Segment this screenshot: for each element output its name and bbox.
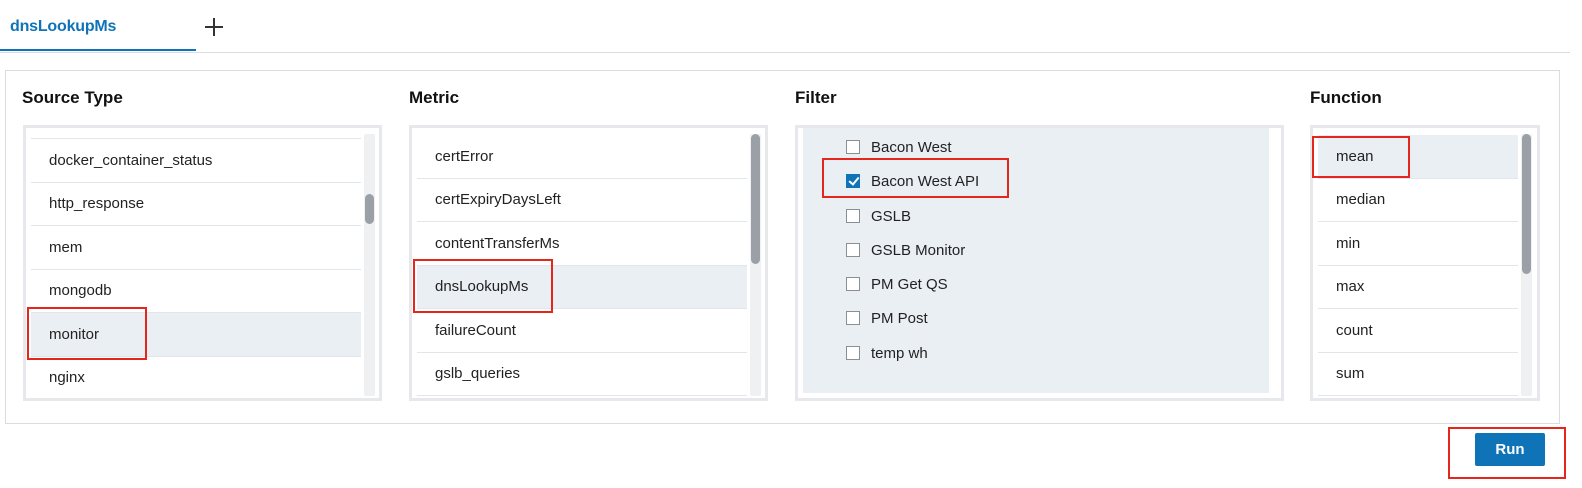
filter-option[interactable]: Bacon West [846, 135, 952, 159]
list-item-label: gslb_queries [435, 365, 521, 383]
list-item-label: nginx [49, 369, 85, 387]
filter-option-label: GSLB [871, 207, 912, 225]
tab-dnslookupms[interactable]: dnsLookupMs [0, 0, 196, 51]
checkbox[interactable] [846, 346, 860, 360]
list-item-label: certError [435, 147, 494, 165]
checkbox[interactable] [846, 209, 860, 223]
tab-label: dnsLookupMs [10, 18, 117, 35]
checkbox[interactable] [846, 243, 860, 257]
source-type-list: docker_container_status http_response me… [23, 125, 382, 401]
list-item-label: mongodb [49, 282, 112, 300]
filter-option[interactable]: GSLB Monitor [846, 238, 965, 262]
list-item-label: dnsLookupMs [435, 278, 529, 296]
list-item[interactable]: count [1318, 309, 1518, 353]
metric-list: certError certExpiryDaysLeft contentTran… [409, 125, 768, 401]
scrollbar[interactable] [364, 134, 375, 396]
list-item-label: count [1336, 321, 1373, 339]
checkbox[interactable] [846, 140, 860, 154]
filter-option-label: PM Get QS [871, 275, 948, 293]
list-item[interactable]: http_response [31, 183, 361, 226]
list-item-selected[interactable]: dnsLookupMs [417, 265, 747, 309]
list-item[interactable]: contentTransferMs [417, 222, 747, 266]
list-item[interactable]: docker_container_status [31, 139, 361, 183]
filter-option-label: Bacon West API [871, 172, 980, 190]
list-item-label: min [1336, 234, 1361, 252]
filter-option[interactable]: PM Post [846, 306, 928, 330]
tab-bar: dnsLookupMs [0, 0, 1570, 53]
checkbox[interactable] [846, 277, 860, 291]
list-item[interactable]: certExpiryDaysLeft [417, 179, 747, 222]
list-item[interactable]: mem [31, 226, 361, 270]
filter-option-label: Bacon West [871, 138, 952, 156]
list-item-selected[interactable]: monitor [31, 313, 361, 357]
source-type-title: Source Type [22, 88, 123, 107]
list-item-label: mean [1336, 147, 1374, 165]
list-item-label: max [1336, 278, 1365, 296]
filter-option-label: PM Post [871, 309, 928, 327]
list-item-label: certExpiryDaysLeft [435, 191, 561, 209]
filter-list: Bacon West Bacon West API GSLB GSLB Moni… [795, 125, 1284, 401]
list-item[interactable]: mongodb [31, 270, 361, 313]
filter-option[interactable]: GSLB [846, 204, 911, 228]
list-item[interactable]: gslb_queries [417, 353, 747, 396]
list-item-label: http_response [49, 195, 145, 213]
list-item [31, 128, 361, 139]
filter-option[interactable]: PM Get QS [846, 272, 948, 296]
metric-title: Metric [409, 88, 460, 107]
list-item[interactable]: failureCount [417, 309, 747, 353]
list-item[interactable]: max [1318, 266, 1518, 309]
function-list: mean median min max count sum [1310, 125, 1540, 401]
function-title: Function [1310, 88, 1382, 107]
list-item[interactable]: certError [417, 135, 747, 179]
list-item-label: failureCount [435, 321, 516, 339]
scrollbar-thumb[interactable] [1522, 134, 1531, 274]
run-button[interactable]: Run [1475, 433, 1545, 466]
list-item-label: median [1336, 191, 1386, 209]
checkbox-checked[interactable] [846, 174, 860, 188]
list-item[interactable]: sum [1318, 353, 1518, 396]
scrollbar-thumb[interactable] [751, 134, 760, 264]
filter-option[interactable]: temp wh [846, 341, 928, 365]
list-item[interactable]: min [1318, 222, 1518, 266]
plus-icon[interactable] [203, 16, 225, 38]
filter-option-label: temp wh [871, 344, 928, 362]
list-item-label: mem [49, 238, 83, 256]
filter-title: Filter [795, 88, 837, 107]
list-item-label: docker_container_status [49, 151, 213, 169]
list-item-label: monitor [49, 325, 100, 343]
list-item-selected[interactable]: mean [1318, 135, 1518, 179]
list-item[interactable]: nginx [31, 357, 361, 399]
list-item-label: contentTransferMs [435, 234, 560, 252]
list-item[interactable]: median [1318, 179, 1518, 222]
filter-option[interactable]: Bacon West API [846, 169, 979, 193]
checkbox[interactable] [846, 311, 860, 325]
list-item-label: sum [1336, 365, 1365, 383]
scrollbar[interactable] [750, 134, 761, 396]
scrollbar-thumb[interactable] [365, 194, 374, 224]
filter-option-label: GSLB Monitor [871, 241, 966, 259]
scrollbar[interactable] [1521, 134, 1532, 396]
